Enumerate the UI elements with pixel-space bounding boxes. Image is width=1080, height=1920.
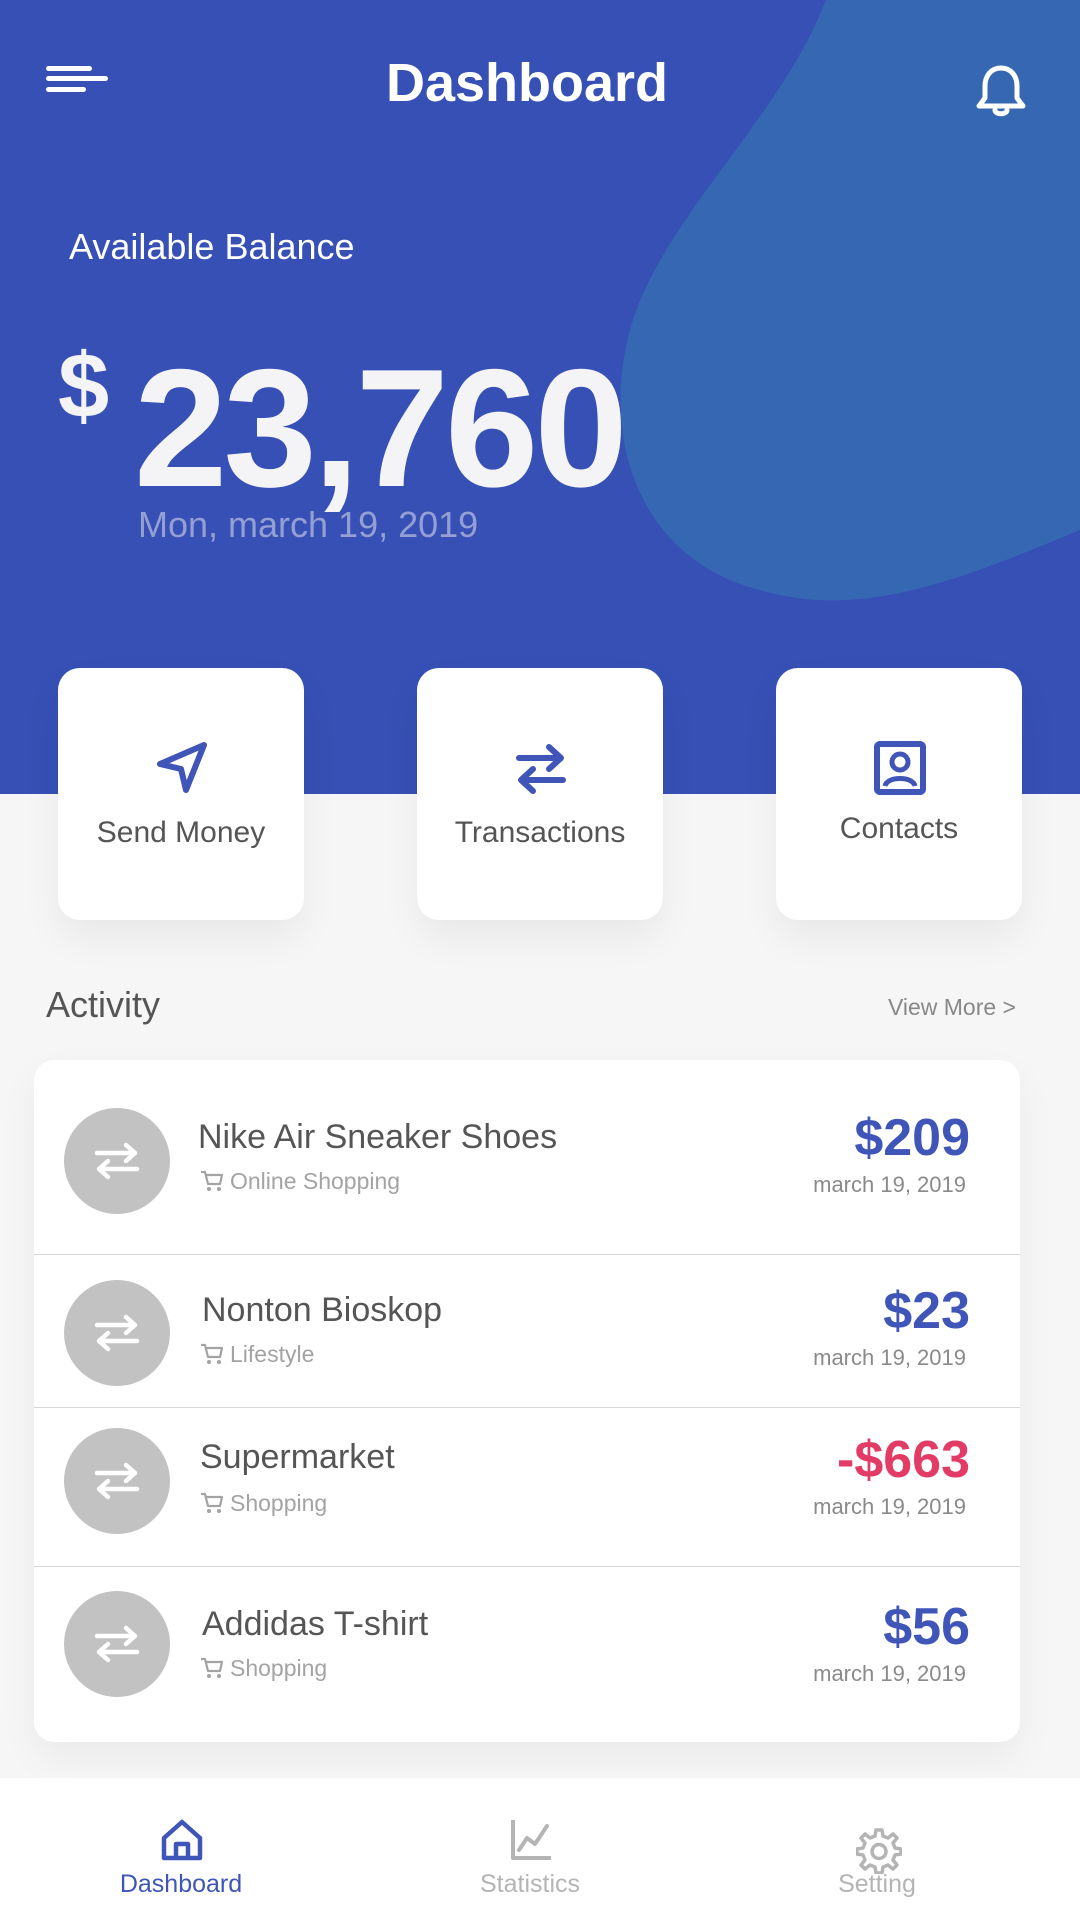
transaction-category: Shopping bbox=[200, 1655, 327, 1682]
balance-date: Mon, march 19, 2019 bbox=[138, 504, 479, 545]
swap-arrows-icon bbox=[94, 1462, 140, 1500]
transaction-avatar bbox=[64, 1428, 170, 1534]
activity-item[interactable]: Nike Air Sneaker Shoes Online Shopping $… bbox=[34, 1060, 1020, 1255]
view-more-link[interactable]: View More > bbox=[888, 994, 1016, 1021]
transaction-category: Shopping bbox=[200, 1490, 327, 1517]
cart-icon bbox=[201, 1657, 224, 1678]
transaction-title: Addidas T-shirt bbox=[202, 1605, 429, 1643]
swap-arrows-icon bbox=[516, 744, 566, 794]
transaction-amount: $56 bbox=[883, 1598, 970, 1656]
nav-setting-label: Setting bbox=[838, 1870, 916, 1898]
chart-icon bbox=[511, 1820, 551, 1860]
gear-icon bbox=[856, 1828, 902, 1874]
balance-label: Available Balance bbox=[69, 226, 355, 267]
bell-icon bbox=[976, 65, 1026, 117]
transaction-date: march 19, 2019 bbox=[813, 1172, 966, 1197]
transaction-amount: $209 bbox=[854, 1109, 970, 1167]
transaction-amount: -$663 bbox=[837, 1431, 970, 1489]
transaction-title: Supermarket bbox=[200, 1438, 395, 1476]
transactions-button[interactable]: Transactions bbox=[417, 668, 663, 920]
transaction-category-label: Shopping bbox=[230, 1655, 328, 1681]
transaction-date: march 19, 2019 bbox=[813, 1661, 966, 1686]
currency-symbol: $ bbox=[58, 335, 110, 437]
activity-item[interactable]: Supermarket Shopping -$663 march 19, 201… bbox=[34, 1408, 1020, 1567]
page-title: Dashboard bbox=[385, 53, 669, 113]
contact-book-icon bbox=[874, 741, 926, 795]
transaction-date: march 19, 2019 bbox=[813, 1345, 966, 1370]
transaction-category-label: Online Shopping bbox=[230, 1168, 401, 1194]
transactions-label: Transactions bbox=[454, 816, 626, 849]
nav-dashboard-label: Dashboard bbox=[119, 1870, 243, 1898]
cart-icon bbox=[201, 1492, 224, 1513]
transaction-avatar bbox=[64, 1108, 170, 1214]
contacts-button[interactable]: Contacts bbox=[776, 668, 1022, 920]
activity-item[interactable]: Nonton Bioskop Lifestyle $23 march 19, 2… bbox=[34, 1255, 1020, 1408]
cart-icon bbox=[201, 1343, 224, 1364]
transaction-category-label: Lifestyle bbox=[230, 1341, 315, 1367]
contacts-label: Contacts bbox=[839, 812, 959, 845]
activity-list: Nike Air Sneaker Shoes Online Shopping $… bbox=[34, 1060, 1020, 1742]
nav-dashboard[interactable]: Dashboard bbox=[51, 1778, 311, 1920]
notification-button[interactable] bbox=[974, 62, 1028, 120]
cart-icon bbox=[201, 1170, 224, 1191]
transaction-title: Nonton Bioskop bbox=[202, 1291, 443, 1329]
send-money-label: Send Money bbox=[96, 816, 266, 849]
bottom-navigation: Dashboard Statistics Setting bbox=[0, 1778, 1080, 1920]
home-icon bbox=[161, 1819, 203, 1861]
nav-statistics-label: Statistics bbox=[479, 1870, 581, 1898]
activity-heading: Activity bbox=[46, 984, 161, 1025]
transaction-date: march 19, 2019 bbox=[813, 1494, 966, 1519]
transaction-avatar bbox=[64, 1591, 170, 1697]
swap-arrows-icon bbox=[94, 1625, 140, 1663]
transaction-avatar bbox=[64, 1280, 170, 1386]
transaction-category-label: Shopping bbox=[230, 1490, 328, 1516]
nav-statistics[interactable]: Statistics bbox=[400, 1778, 660, 1920]
nav-setting[interactable]: Setting bbox=[747, 1778, 1007, 1920]
transaction-category: Lifestyle bbox=[200, 1341, 314, 1368]
balance-amount: 23,760 bbox=[134, 334, 628, 522]
send-money-button[interactable]: Send Money bbox=[58, 668, 304, 920]
transaction-amount: $23 bbox=[883, 1282, 970, 1340]
transaction-title: Nike Air Sneaker Shoes bbox=[198, 1118, 558, 1156]
swap-arrows-icon bbox=[94, 1314, 140, 1352]
send-icon bbox=[157, 742, 207, 793]
swap-arrows-icon bbox=[94, 1142, 140, 1180]
transaction-category: Online Shopping bbox=[200, 1168, 400, 1195]
activity-item[interactable]: Addidas T-shirt Shopping $56 march 19, 2… bbox=[34, 1567, 1020, 1742]
